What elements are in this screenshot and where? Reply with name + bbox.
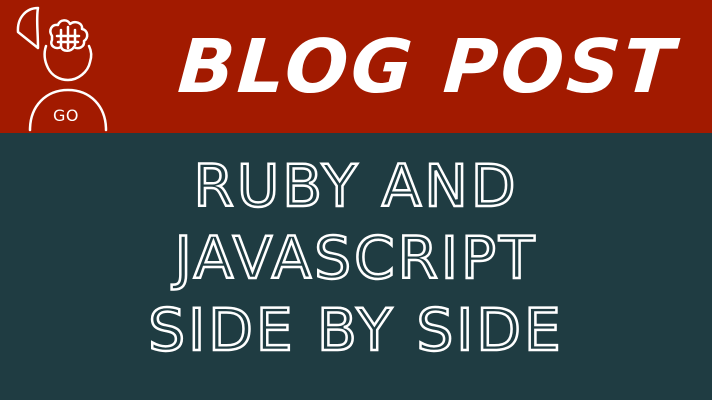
post-title-line: RUBY AND <box>192 151 519 222</box>
logo-text: GO <box>53 106 79 125</box>
blog-banner: GO BLOG POST RUBY AND JAVASCRIPT SIDE BY… <box>0 0 712 400</box>
post-title: RUBY AND JAVASCRIPT SIDE BY SIDE <box>0 150 712 366</box>
post-title-line: SIDE BY SIDE <box>147 295 564 366</box>
post-title-line: JAVASCRIPT <box>173 223 538 294</box>
headline: BLOG POST <box>175 24 680 110</box>
